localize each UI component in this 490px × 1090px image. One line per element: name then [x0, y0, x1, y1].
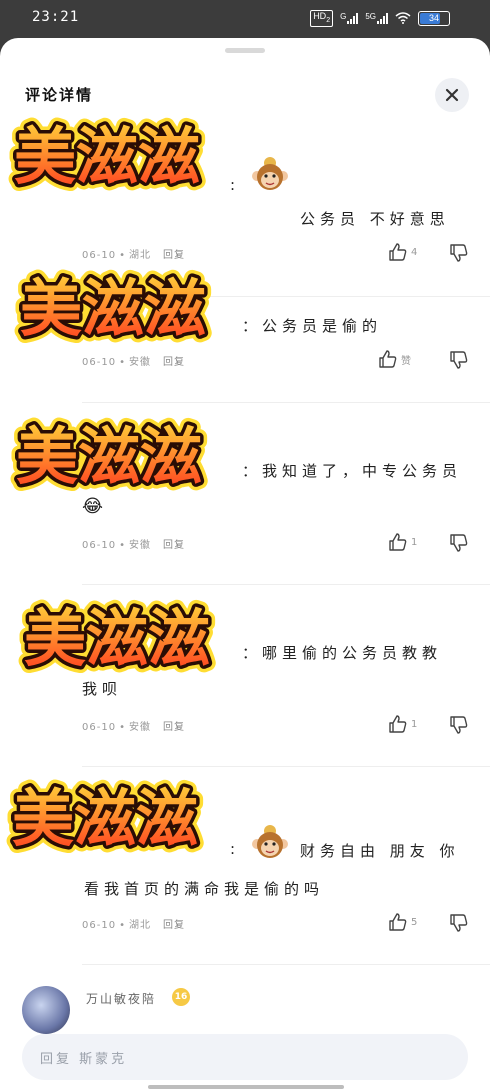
svg-text:美滋滋: 美滋滋 [14, 120, 200, 193]
dislike-button[interactable] [449, 913, 469, 937]
close-icon [445, 88, 459, 102]
status-icons: HD2 G 5G 34 [310, 10, 450, 27]
comment-item: 万山敏夜陪 16 [22, 986, 482, 1034]
signal-icon-2: 5G [365, 12, 388, 25]
thumbs-down-icon [450, 351, 468, 369]
reply-link[interactable]: 回复 [163, 357, 185, 368]
thumbs-up-icon [389, 243, 407, 261]
comment-item: 美滋滋 美滋滋 美滋滋 ：我知道了，中专公务员 😂 06-10 • 安徽 回复 1 [0, 406, 490, 586]
wifi-icon [395, 12, 411, 25]
comment-text: 财务自由 朋友 你 [300, 842, 460, 860]
comment-meta: 06-10 • 安徽 回复 [82, 722, 185, 733]
thumbs-up-icon [379, 350, 397, 368]
username[interactable]: 万山敏夜陪 [86, 990, 156, 1007]
reply-link[interactable]: 回复 [163, 722, 185, 733]
comment-meta: 06-10 • 安徽 回复 [82, 357, 185, 368]
thumbs-down-icon [450, 914, 468, 932]
comment-item: 美滋滋 美滋滋 美滋滋 : 公务员 不好意思 06-10 • 湖北 回复 4 [0, 116, 490, 297]
sticker-image: 美滋滋 美滋滋 美滋滋 [14, 268, 213, 348]
monkey-emoji-icon [252, 825, 288, 858]
dislike-button[interactable] [449, 533, 469, 557]
drag-handle[interactable] [225, 48, 265, 53]
like-button[interactable]: 5 [388, 912, 417, 932]
reply-link[interactable]: 回复 [163, 920, 185, 931]
divider [82, 584, 490, 585]
comment-text: 公务员 不好意思 [300, 210, 450, 228]
comment-text: ：我知道了，中专公务员 [242, 462, 463, 480]
divider [82, 964, 490, 965]
comment-meta: 06-10 • 安徽 回复 [82, 540, 185, 551]
comment-text: ：公务员是偷的 [242, 317, 383, 335]
laughing-emoji: 😂 [82, 496, 109, 517]
thumbs-up-icon [389, 533, 407, 551]
like-button[interactable]: 1 [388, 532, 417, 552]
sticker-image: 美滋滋 美滋滋 美滋滋 [8, 116, 207, 196]
comment-text-continued: 我呗 [82, 680, 123, 698]
reply-link[interactable]: 回复 [163, 250, 185, 261]
sticker-image: 美滋滋 美滋滋 美滋滋 [6, 778, 205, 858]
like-button[interactable]: 赞 [378, 349, 411, 369]
comment-meta: 06-10 • 湖北 回复 [82, 920, 185, 931]
divider [82, 402, 490, 403]
avatar[interactable] [22, 986, 70, 1034]
like-button[interactable]: 4 [388, 242, 417, 262]
reply-link[interactable]: 回复 [163, 540, 185, 551]
reply-placeholder: 回复 斯蒙克 [40, 1052, 128, 1067]
svg-text:美滋滋: 美滋滋 [20, 272, 206, 345]
thumbs-up-icon [389, 715, 407, 733]
like-button[interactable]: 1 [388, 714, 417, 734]
svg-text:美滋滋: 美滋滋 [12, 782, 198, 855]
close-button[interactable] [435, 78, 469, 112]
sheet-title: 评论详情 [25, 86, 94, 104]
comment-detail-sheet: 评论详情 美滋滋 美滋滋 美滋滋 : 公务员 不好意思 06-10 • 湖北 回复 4 [0, 38, 490, 1090]
svg-text:美滋滋: 美滋滋 [16, 420, 202, 493]
comment-item: 美滋滋 美滋滋 美滋滋 : 财务自由 朋友 你 看我首页的满命我是偷的吗 06-… [0, 778, 490, 968]
thumbs-down-icon [450, 534, 468, 552]
comment-text-continued: 看我首页的满命我是偷的吗 [84, 880, 325, 898]
thumbs-up-icon [389, 913, 407, 931]
sticker-image: 美滋滋 美滋滋 美滋滋 [18, 598, 217, 678]
svg-text:美滋滋: 美滋滋 [24, 602, 210, 675]
reply-input[interactable]: 回复 斯蒙克 [22, 1034, 468, 1080]
signal-icon-1: G [340, 12, 359, 25]
battery-icon: 34 [418, 10, 450, 26]
comment-item: 美滋滋 美滋滋 美滋滋 ：哪里偷的公务员教教 我呗 06-10 • 安徽 回复 1 [0, 588, 490, 768]
comment-item: 美滋滋 美滋滋 美滋滋 ：公务员是偷的 06-10 • 安徽 回复 赞 [0, 263, 490, 403]
monkey-emoji-icon [252, 157, 288, 190]
hd-icon: HD2 [310, 10, 334, 27]
home-indicator[interactable] [148, 1085, 344, 1089]
thumbs-down-icon [450, 716, 468, 734]
dislike-button[interactable] [449, 350, 469, 374]
comment-meta: 06-10 • 湖北 回复 [82, 250, 185, 261]
dislike-button[interactable] [449, 715, 469, 739]
comment-text: ：哪里偷的公务员教教 [242, 644, 443, 662]
status-time: 23:21 [32, 9, 80, 25]
level-badge: 16 [172, 988, 190, 1006]
sticker-image: 美滋滋 美滋滋 美滋滋 [10, 416, 209, 496]
divider [82, 766, 490, 767]
status-bar: 23:21 HD2 G 5G 34 [0, 0, 490, 36]
thumbs-down-icon [450, 244, 468, 262]
